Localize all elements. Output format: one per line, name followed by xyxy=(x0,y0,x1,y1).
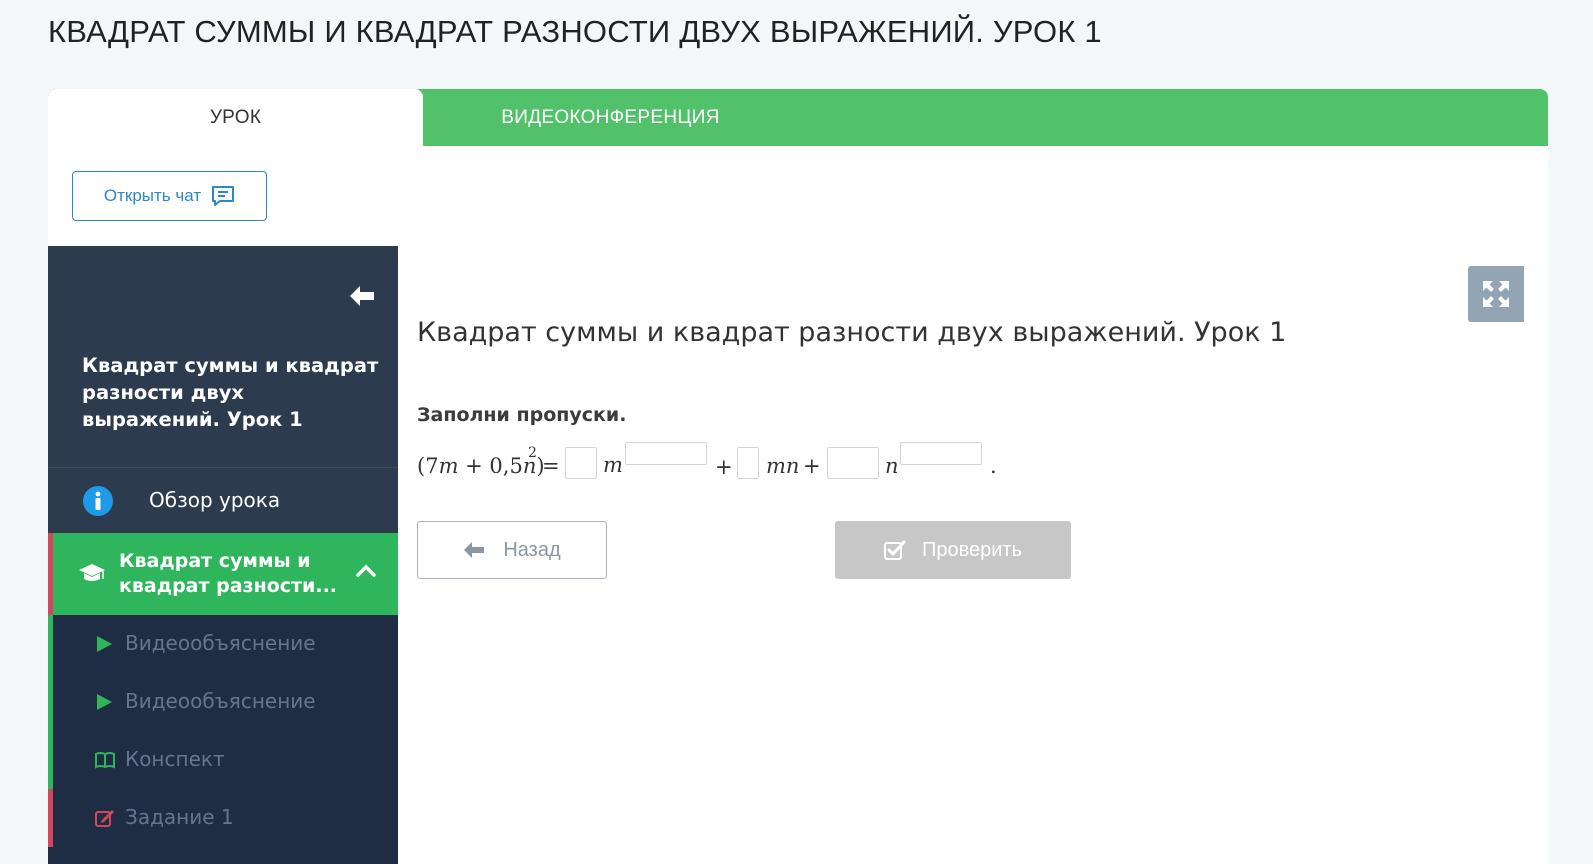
chat-bubble-icon xyxy=(212,186,235,206)
back-button-label: Назад xyxy=(503,538,561,561)
sidebar-item-video-1[interactable]: Видеообъяснение xyxy=(48,615,398,673)
var-mn: mn xyxy=(766,454,799,478)
equation-period: . xyxy=(990,454,997,478)
sidebar-item-label: Задание 1 xyxy=(125,805,234,829)
sidebar-lesson-title: Квадрат суммы и квадрат разности двух вы… xyxy=(82,354,379,431)
task-prompt: Заполни пропуски. xyxy=(417,404,627,426)
back-button[interactable]: Назад xyxy=(417,521,607,579)
var-m-text: m xyxy=(603,453,623,477)
check-button-label: Проверить xyxy=(921,538,1023,561)
sidebar-item-notes[interactable]: Конспект xyxy=(48,731,398,789)
blank-input-1[interactable] xyxy=(565,447,597,479)
graduation-cap-icon xyxy=(79,564,105,581)
check-button[interactable]: Проверить xyxy=(835,521,1071,579)
edit-icon xyxy=(95,810,114,827)
fullscreen-button[interactable] xyxy=(1468,266,1524,322)
play-icon xyxy=(97,636,112,652)
play-icon xyxy=(97,694,112,710)
plus-sign-2: + xyxy=(803,454,821,478)
sidebar-item-task-1[interactable]: Задание 1 xyxy=(48,789,398,847)
info-icon xyxy=(83,486,113,516)
expand-arrows-icon xyxy=(1483,281,1509,307)
tab-lesson[interactable]: УРОК xyxy=(48,89,423,146)
sidebar-header: Квадрат суммы и квадрат разности двух вы… xyxy=(48,246,398,467)
lhs-open: (7 xyxy=(417,454,439,478)
blank-input-exponent-n[interactable] xyxy=(900,442,982,465)
open-chat-button[interactable]: Открыть чат xyxy=(72,171,267,221)
blank-input-2[interactable] xyxy=(737,447,759,479)
arrow-left-icon xyxy=(464,542,485,558)
equation: (7m + 0,5n) 2 = m + mn + n . xyxy=(417,439,1117,489)
sidebar-section-label: Квадрат суммы и квадрат разности... xyxy=(119,550,338,597)
checkbox-check-icon xyxy=(883,540,906,560)
lesson-sidebar: Квадрат суммы и квадрат разности двух вы… xyxy=(48,246,398,864)
var-n-text: n xyxy=(885,454,899,478)
var-mn-text: mn xyxy=(766,454,800,478)
sidebar-item-label: Видеообъяснение xyxy=(125,631,316,655)
sidebar-item-label: Конспект xyxy=(125,747,225,771)
book-icon xyxy=(95,752,115,769)
content-title: Квадрат суммы и квадрат разности двух вы… xyxy=(417,317,1287,348)
lhs-plus: + 0,5 xyxy=(458,454,523,478)
lhs-var-m: m xyxy=(438,454,459,478)
tab-videoconference[interactable]: ВИДЕОКОНФЕРЕНЦИЯ xyxy=(423,89,798,146)
lesson-card: УРОК ВИДЕОКОНФЕРЕНЦИЯ Открыть чат Квадра… xyxy=(48,89,1548,864)
blank-input-3[interactable] xyxy=(827,447,879,479)
lhs-exponent: 2 xyxy=(528,445,537,461)
tab-bar: УРОК ВИДЕОКОНФЕРЕНЦИЯ xyxy=(48,89,1548,146)
page-title: КВАДРАТ СУММЫ И КВАДРАТ РАЗНОСТИ ДВУХ ВЫ… xyxy=(48,14,1102,49)
sidebar-item-overview-label: Обзор урока xyxy=(149,488,281,512)
equals-sign: = xyxy=(542,454,560,478)
collapse-arrow-icon[interactable] xyxy=(348,284,376,308)
blank-input-exponent-m[interactable] xyxy=(625,442,707,465)
plus-sign-1: + xyxy=(715,455,733,479)
var-m: m xyxy=(603,453,623,477)
sidebar-item-video-2[interactable]: Видеообъяснение xyxy=(48,673,398,731)
sidebar-item-overview[interactable]: Обзор урока xyxy=(48,467,398,533)
sidebar-section-active[interactable]: Квадрат суммы и квадрат разности... xyxy=(48,533,398,615)
var-n: n xyxy=(885,454,899,478)
open-chat-label: Открыть чат xyxy=(103,186,202,205)
equation-lhs: (7m + 0,5n) xyxy=(417,454,545,478)
chevron-up-icon[interactable] xyxy=(356,563,376,577)
sidebar-item-label: Видеообъяснение xyxy=(125,689,316,713)
